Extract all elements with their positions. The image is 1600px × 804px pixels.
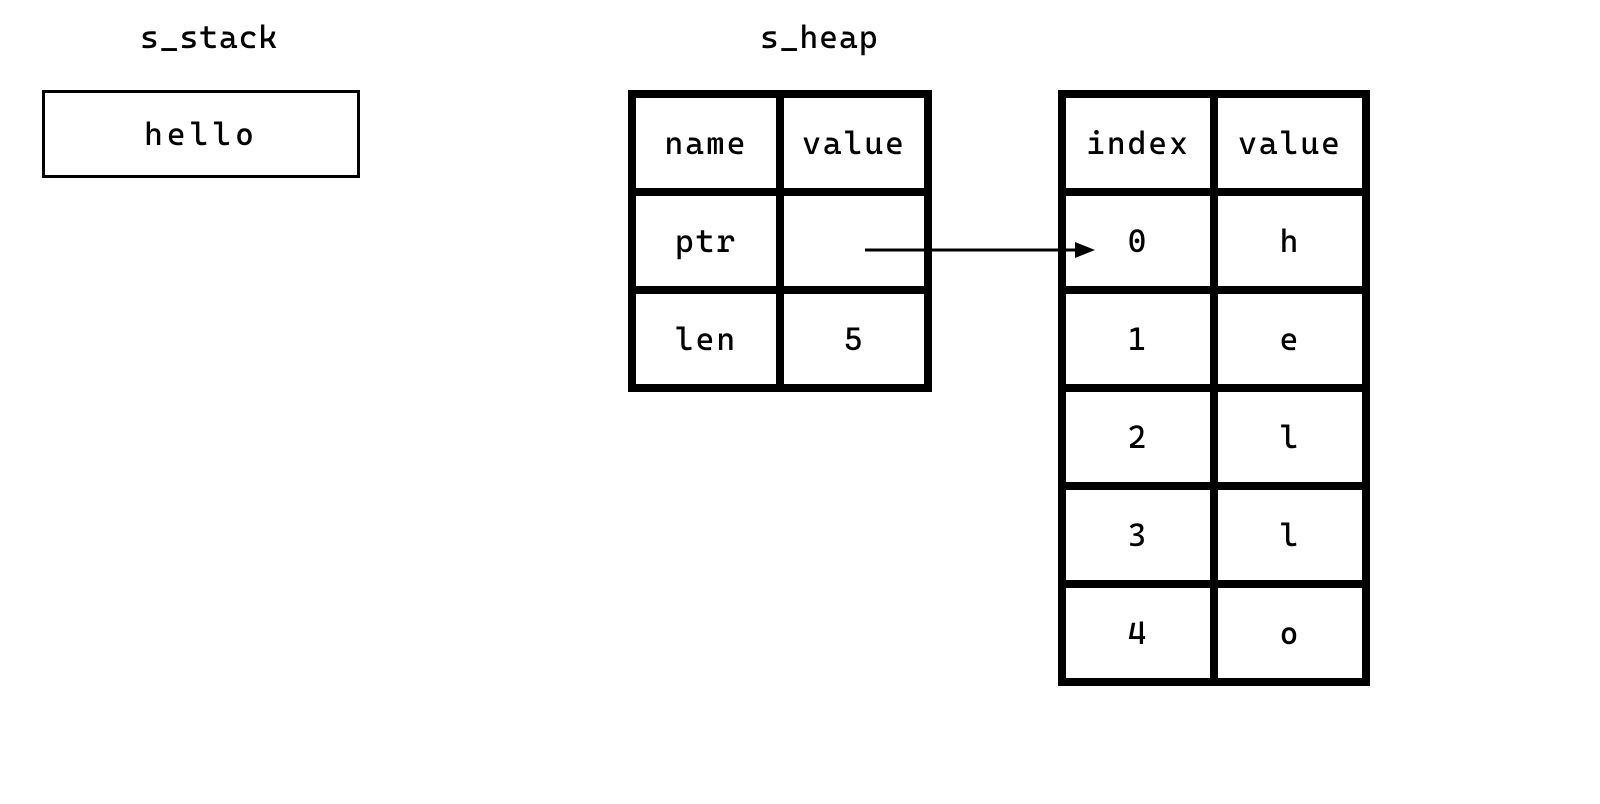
heap-buffer-row-index: 2 <box>1063 389 1213 485</box>
table-row: len 5 <box>633 291 927 387</box>
heap-struct-header-name: name <box>633 95 779 191</box>
heap-struct-row-name: len <box>633 291 779 387</box>
heap-buffer-row-value: l <box>1215 389 1365 485</box>
heap-buffer-row-value: l <box>1215 487 1365 583</box>
heap-buffer-row-value: e <box>1215 291 1365 387</box>
heap-buffer-table: index value 0 h 1 e 2 l 3 l 4 o <box>1058 90 1370 686</box>
pointer-arrow-icon <box>865 230 1095 270</box>
stack-box: hello <box>42 90 360 178</box>
heap-struct-row-value: 5 <box>781 291 927 387</box>
heap-buffer-row-index: 4 <box>1063 585 1213 681</box>
table-row: 0 h <box>1063 193 1365 289</box>
heap-buffer-header-index: index <box>1063 95 1213 191</box>
heap-label: s_heap <box>760 18 879 56</box>
table-row: index value <box>1063 95 1365 191</box>
table-row: 1 e <box>1063 291 1365 387</box>
heap-buffer-row-index: 1 <box>1063 291 1213 387</box>
heap-buffer-row-index: 3 <box>1063 487 1213 583</box>
table-row: name value <box>633 95 927 191</box>
heap-buffer-row-value: h <box>1215 193 1365 289</box>
stack-value: hello <box>144 115 258 153</box>
table-row: 3 l <box>1063 487 1365 583</box>
heap-buffer-row-value: o <box>1215 585 1365 681</box>
table-row: 2 l <box>1063 389 1365 485</box>
heap-struct-row-name: ptr <box>633 193 779 289</box>
heap-buffer-header-value: value <box>1215 95 1365 191</box>
heap-struct-header-value: value <box>781 95 927 191</box>
stack-label: s_stack <box>140 18 278 56</box>
table-row: 4 o <box>1063 585 1365 681</box>
